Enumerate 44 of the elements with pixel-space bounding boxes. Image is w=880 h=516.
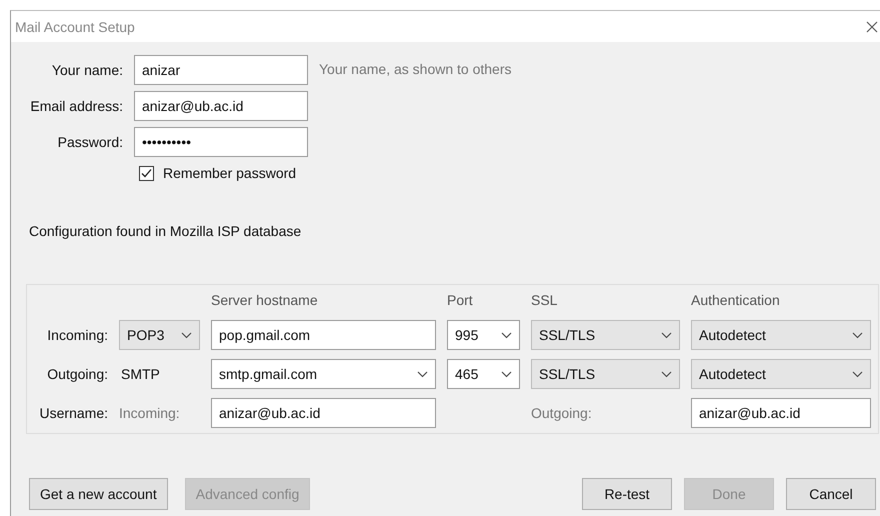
dropdown[interactable]: SSL/TLS xyxy=(531,320,680,350)
row-label: Incoming: xyxy=(46,327,108,343)
dropdown[interactable]: POP3 xyxy=(119,320,200,350)
dropdown[interactable]: Autodetect xyxy=(691,359,871,389)
dropdown[interactable]: SSL/TLS xyxy=(531,359,680,389)
chevron-down-icon xyxy=(417,370,428,378)
chevron-down-icon xyxy=(181,332,192,338)
combo-box[interactable]: smtp.gmail.com xyxy=(211,359,436,389)
chevron-down-icon xyxy=(661,370,672,378)
field-label: Password: xyxy=(56,134,123,150)
row-label: Username: xyxy=(38,405,108,421)
password-field[interactable]: •••••••••• xyxy=(134,127,308,157)
dialog-button[interactable]: Get a new account xyxy=(29,478,168,510)
field-label: Email address: xyxy=(29,98,123,114)
field-label: Your name: xyxy=(50,62,123,78)
column-header: Authentication xyxy=(691,292,781,308)
status-text: Configuration found in Mozilla ISP database xyxy=(29,223,302,239)
field-caption: Incoming: xyxy=(119,405,181,421)
input-field[interactable]: anizar@ub.ac.id xyxy=(211,398,436,428)
checkbox-label[interactable]: Remember password xyxy=(163,165,296,181)
field-hint: Your name, as shown to others xyxy=(319,60,512,77)
chevron-down-icon xyxy=(661,332,672,338)
chevron-down-icon xyxy=(852,370,863,378)
dropdown[interactable]: Autodetect xyxy=(691,320,871,350)
chevron-down-icon xyxy=(852,332,863,338)
input-field[interactable]: anizar@ub.ac.id xyxy=(134,91,308,121)
window-title: Mail Account Setup xyxy=(15,18,135,34)
field-caption: Outgoing: xyxy=(531,405,593,421)
combo-box[interactable]: 995 xyxy=(447,320,520,350)
column-header: SSL xyxy=(531,292,558,308)
checkbox[interactable] xyxy=(139,166,154,180)
row-label: Outgoing: xyxy=(46,366,108,382)
column-header: Server hostname xyxy=(211,292,319,308)
combo-box[interactable]: 465 xyxy=(447,359,520,389)
input-field[interactable]: anizar@ub.ac.id xyxy=(691,398,871,428)
close-icon[interactable] xyxy=(866,20,878,32)
column-header: Port xyxy=(447,292,474,308)
input-field[interactable]: anizar xyxy=(134,55,308,85)
dialog-button[interactable]: Re-test xyxy=(582,478,672,510)
chevron-down-icon xyxy=(501,370,512,378)
dialog-button[interactable]: Cancel xyxy=(786,478,876,510)
chevron-down-icon xyxy=(501,332,512,338)
input-field[interactable]: pop.gmail.com xyxy=(211,320,436,350)
protocol-label: SMTP xyxy=(120,366,161,382)
